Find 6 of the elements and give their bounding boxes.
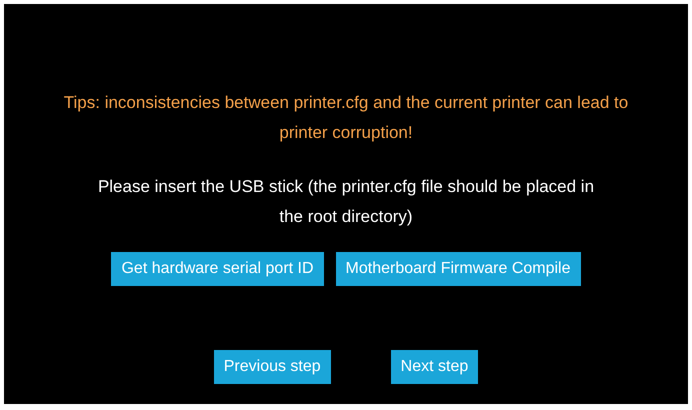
action-button[interactable]: Motherboard Firmware Compile — [336, 252, 581, 286]
step-button[interactable]: Next step — [390, 350, 478, 384]
warning-tip: Tips: inconsistencies between printer.cfg and the current printer can lead to printer corruption! — [62, 92, 630, 144]
instruction-text: Please insert the USB stick (the printer.cfg file should be placed in the root directory) — [96, 176, 596, 228]
step-button[interactable]: Previous step — [214, 350, 331, 384]
action-button[interactable]: Get hardware serial port ID — [111, 252, 324, 286]
